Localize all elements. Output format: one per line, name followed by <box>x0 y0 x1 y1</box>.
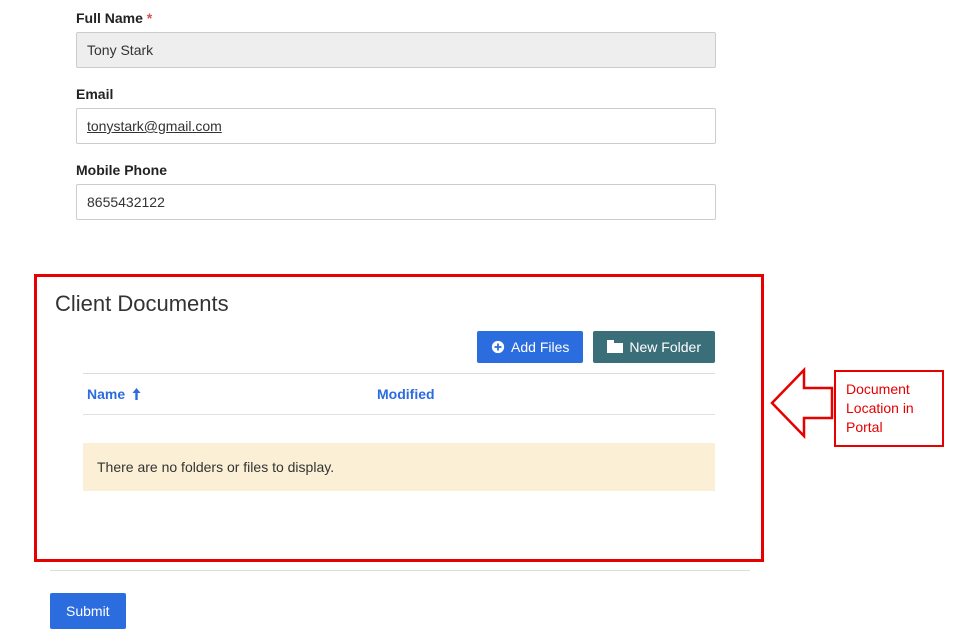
field-mobile: Mobile Phone <box>76 162 892 220</box>
client-documents-title: Client Documents <box>55 291 743 317</box>
documents-table-header: Name Modified <box>83 374 715 415</box>
form-footer: Submit <box>50 570 750 629</box>
plus-circle-icon <box>491 340 505 354</box>
email-value: tonystark@gmail.com <box>87 118 222 134</box>
full-name-input[interactable] <box>76 32 716 68</box>
mobile-input[interactable] <box>76 184 716 220</box>
client-documents-section: Client Documents Add Files New Folder <box>34 274 764 562</box>
folder-icon <box>607 340 623 354</box>
documents-empty-message: There are no folders or files to display… <box>83 443 715 491</box>
add-files-label: Add Files <box>511 339 569 355</box>
full-name-label-text: Full Name <box>76 10 143 26</box>
column-header-name[interactable]: Name <box>87 386 377 402</box>
column-name-text: Name <box>87 386 125 402</box>
email-input[interactable]: tonystark@gmail.com <box>76 108 716 144</box>
arrow-left-icon <box>770 360 834 446</box>
submit-button[interactable]: Submit <box>50 593 126 629</box>
required-marker: * <box>147 10 152 26</box>
column-modified-text: Modified <box>377 386 435 402</box>
new-folder-button[interactable]: New Folder <box>593 331 715 363</box>
field-email: Email tonystark@gmail.com <box>76 86 892 144</box>
field-full-name: Full Name * <box>76 10 892 68</box>
annotation-callout: Document Location in Portal <box>834 370 944 447</box>
documents-toolbar: Add Files New Folder <box>83 331 715 374</box>
add-files-button[interactable]: Add Files <box>477 331 583 363</box>
sort-asc-icon <box>131 388 142 400</box>
column-header-modified[interactable]: Modified <box>377 386 435 402</box>
new-folder-label: New Folder <box>629 339 701 355</box>
email-label: Email <box>76 86 892 102</box>
full-name-label: Full Name * <box>76 10 892 26</box>
mobile-label: Mobile Phone <box>76 162 892 178</box>
